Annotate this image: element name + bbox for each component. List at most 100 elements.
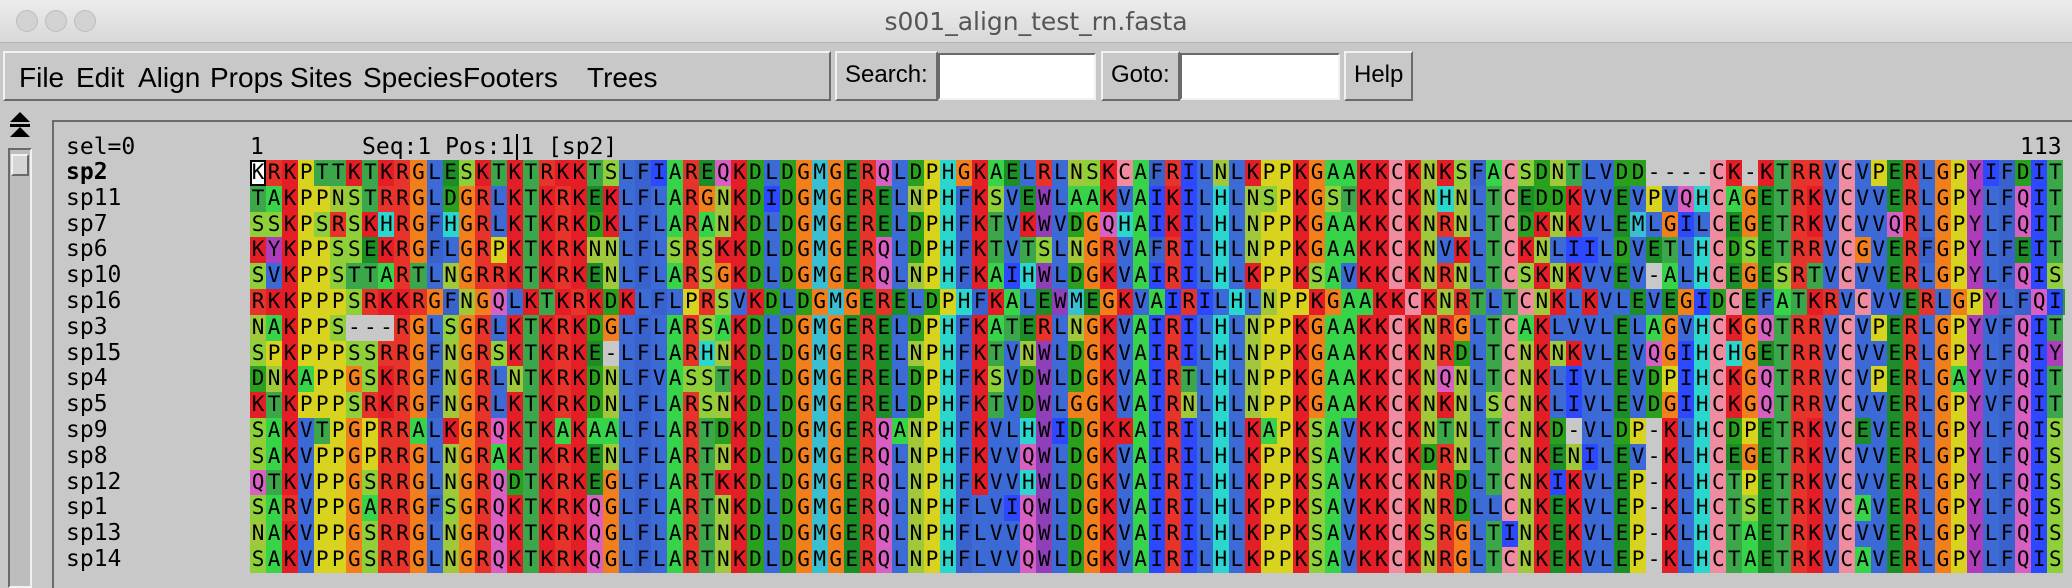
residue-cell[interactable]: D — [1068, 521, 1085, 547]
residue-cell[interactable]: K — [1100, 443, 1117, 470]
residue-cell[interactable]: Q — [875, 469, 892, 496]
residue-cell[interactable]: H — [1694, 185, 1711, 212]
residue-cell[interactable]: V — [1581, 392, 1598, 418]
residue-cell[interactable]: G — [346, 521, 363, 547]
residue-cell[interactable]: C — [1710, 340, 1727, 367]
residue-cell[interactable]: K — [603, 185, 620, 212]
residue-cell[interactable]: N — [1020, 340, 1037, 367]
residue-cell[interactable]: N — [1453, 185, 1470, 212]
residue-cell[interactable]: K — [1293, 263, 1310, 289]
residue-cell[interactable]: K — [1100, 469, 1117, 496]
residue-cell[interactable]: R — [362, 392, 379, 418]
residue-cell[interactable]: K — [972, 263, 989, 289]
residue-cell[interactable]: T — [699, 417, 716, 444]
residue-cell[interactable]: G — [1084, 443, 1101, 470]
residue-cell[interactable]: G — [1742, 185, 1759, 212]
residue-cell[interactable]: K — [1293, 417, 1310, 444]
residue-cell[interactable]: L — [426, 546, 443, 573]
residue-cell[interactable]: D — [1068, 443, 1085, 470]
residue-cell[interactable]: K — [1357, 185, 1374, 212]
residue-cell[interactable]: Q — [1678, 185, 1695, 212]
residue-cell[interactable]: V — [1822, 495, 1839, 522]
residue-cell[interactable]: L — [891, 263, 908, 289]
residue-cell[interactable]: T — [1485, 469, 1502, 496]
residue-cell[interactable]: R — [683, 263, 700, 289]
residue-cell[interactable]: K — [282, 288, 299, 315]
residue-cell[interactable]: I — [1581, 443, 1598, 470]
residue-cell[interactable]: D — [1068, 211, 1085, 238]
residue-cell[interactable]: K — [1373, 288, 1390, 315]
residue-cell[interactable]: H — [699, 340, 716, 367]
residue-cell[interactable]: V — [1004, 340, 1021, 367]
residue-cell[interactable]: K — [538, 392, 555, 418]
residue-cell[interactable]: L — [1196, 495, 1213, 522]
residue-cell[interactable]: R — [1806, 392, 1823, 418]
residue-cell[interactable]: L — [1469, 340, 1486, 367]
residue-cell[interactable]: T — [1485, 237, 1502, 264]
residue-cell[interactable]: R — [1164, 237, 1181, 264]
residue-cell[interactable]: R — [490, 263, 507, 289]
residue-cell[interactable]: L — [490, 392, 507, 418]
residue-cell[interactable]: P — [1260, 443, 1277, 470]
menu-align[interactable]: Align — [138, 62, 200, 94]
residue-cell[interactable]: L — [763, 443, 780, 470]
residue-cell[interactable]: Q — [715, 160, 732, 186]
residue-cell[interactable]: K — [1453, 237, 1470, 264]
residue-cell[interactable]: N — [1244, 211, 1261, 238]
residue-cell[interactable]: E — [1726, 443, 1743, 470]
residue-cell[interactable]: T — [1774, 392, 1791, 418]
goto-input[interactable] — [1180, 53, 1340, 100]
residue-cell[interactable]: L — [1597, 521, 1614, 547]
residue-cell[interactable]: L — [1052, 314, 1069, 341]
residue-cell[interactable]: D — [2015, 160, 2032, 186]
residue-cell[interactable]: A — [667, 443, 684, 470]
residue-cell[interactable]: K — [1293, 211, 1310, 238]
residue-cell[interactable]: G — [1084, 546, 1101, 573]
residue-cell[interactable]: R — [378, 185, 395, 212]
residue-cell[interactable]: A — [667, 495, 684, 522]
residue-cell[interactable]: D — [1453, 340, 1470, 367]
residue-cell[interactable]: L — [1918, 417, 1935, 444]
residue-cell[interactable]: T — [715, 366, 732, 393]
residue-cell[interactable]: C — [1710, 417, 1727, 444]
residue-cell[interactable]: P — [1630, 495, 1647, 522]
residue-cell[interactable]: G — [843, 288, 860, 315]
residue-cell[interactable]: K — [1100, 495, 1117, 522]
residue-cell[interactable]: L — [1228, 392, 1245, 418]
residue-cell[interactable]: - — [362, 314, 379, 341]
residue-cell[interactable]: R — [1164, 366, 1181, 393]
residue-cell[interactable]: D — [779, 392, 796, 418]
residue-cell[interactable]: Y — [1967, 263, 1984, 289]
residue-cell[interactable]: L — [1020, 288, 1037, 315]
residue-cell[interactable]: - — [1565, 417, 1582, 444]
residue-cell[interactable]: Q — [1020, 495, 1037, 522]
residue-cell[interactable]: L — [1549, 237, 1566, 264]
residue-cell[interactable]: R — [699, 288, 716, 315]
residue-cell[interactable]: N — [1549, 340, 1566, 367]
residue-cell[interactable]: M — [811, 521, 828, 547]
residue-cell[interactable]: R — [1902, 160, 1919, 186]
residue-cell[interactable]: N — [907, 469, 924, 496]
residue-cell[interactable]: L — [972, 521, 989, 547]
residue-cell[interactable]: G — [426, 288, 443, 315]
residue-cell[interactable]: R — [1790, 366, 1807, 393]
residue-cell[interactable]: E — [1613, 263, 1631, 289]
residue-cell[interactable]: I — [1180, 521, 1197, 547]
residue-cell[interactable]: T — [1485, 185, 1502, 212]
residue-cell[interactable]: A — [266, 314, 283, 341]
residue-cell[interactable]: G — [474, 288, 491, 315]
sequence-row[interactable]: SSKPSRSKHRGFHGRLKTKRKDKLFLARANKDLDGMGERE… — [250, 211, 2065, 238]
residue-cell[interactable]: N — [1533, 288, 1550, 315]
residue-cell[interactable]: V — [1004, 185, 1021, 212]
residue-cell[interactable]: F — [426, 211, 443, 238]
residue-cell[interactable]: E — [1886, 237, 1903, 264]
residue-cell[interactable]: L — [1469, 263, 1486, 289]
residue-cell[interactable]: R — [683, 314, 700, 341]
residue-cell[interactable]: R — [1902, 443, 1919, 470]
residue-cell[interactable]: R — [474, 443, 491, 470]
residue-cell[interactable]: R — [859, 443, 876, 470]
residue-cell[interactable]: L — [426, 185, 443, 212]
residue-cell[interactable]: D — [779, 160, 796, 186]
residue-cell[interactable]: I — [763, 185, 780, 212]
residue-cell[interactable]: P — [1950, 521, 1968, 547]
